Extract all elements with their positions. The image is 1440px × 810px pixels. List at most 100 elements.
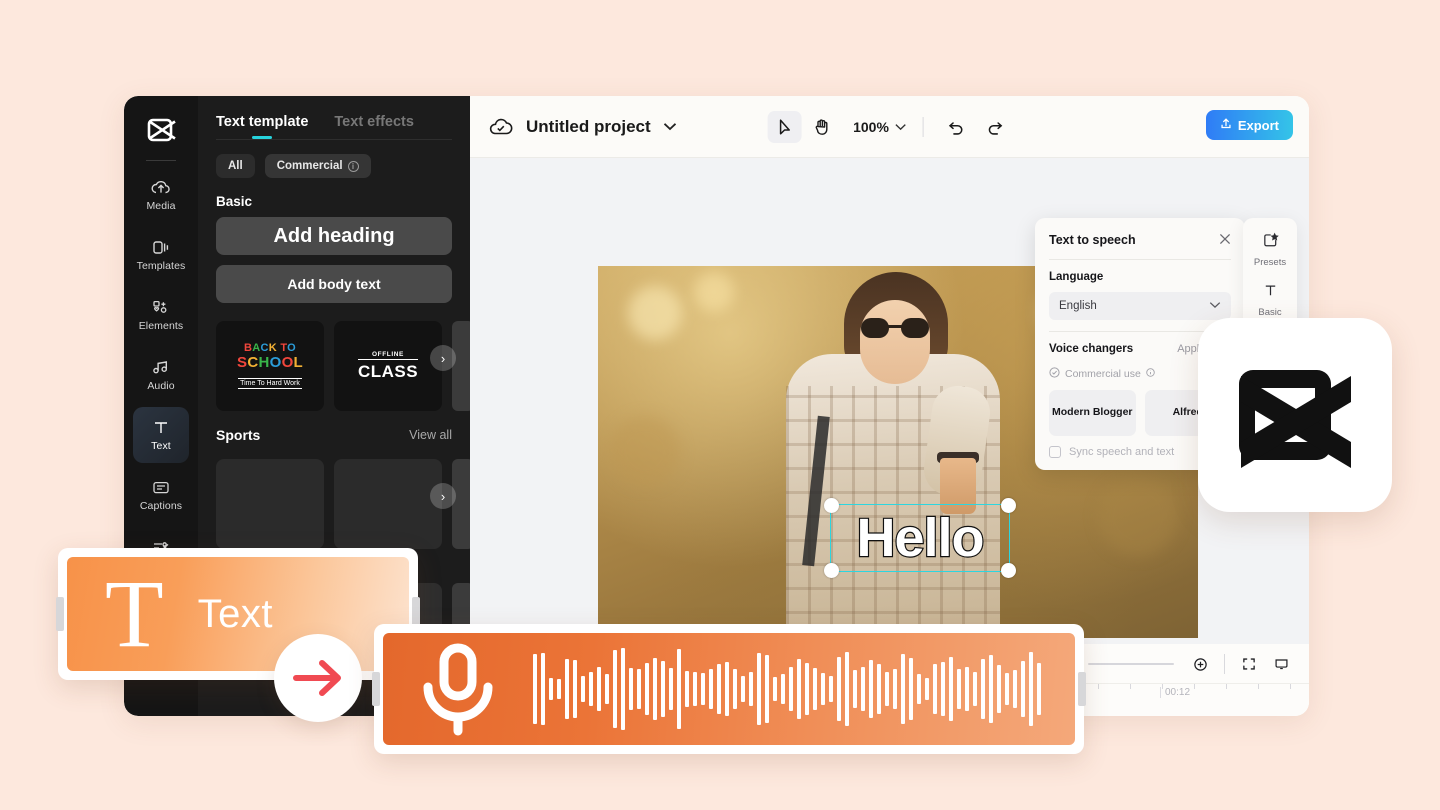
- text-selection-box[interactable]: Hello: [824, 498, 1016, 578]
- page-title: Untitled project: [526, 117, 651, 136]
- export-button[interactable]: Export: [1205, 110, 1293, 140]
- sidebar-item-media[interactable]: Media: [133, 167, 189, 223]
- template-card-offline-class[interactable]: OFFLINE CLASS: [334, 321, 442, 411]
- redo-button[interactable]: [978, 111, 1012, 143]
- add-body-text-button[interactable]: Add body text: [216, 265, 452, 303]
- waveform-bar: [909, 657, 913, 721]
- waveform-bar: [861, 666, 865, 712]
- cloud-check-icon[interactable]: [486, 112, 516, 142]
- audio-feature-card: [372, 624, 1086, 754]
- waveform-bar: [853, 669, 857, 709]
- waveform-bar: [1021, 661, 1025, 717]
- export-label: Export: [1237, 117, 1279, 133]
- canvas-text-hello[interactable]: Hello: [831, 505, 1009, 571]
- resize-handle-br[interactable]: [1001, 563, 1016, 578]
- hand-tool[interactable]: [805, 111, 839, 143]
- waveform-bar: [877, 664, 881, 714]
- template-card-peek[interactable]: [452, 321, 470, 411]
- fit-screen-icon[interactable]: [1235, 650, 1263, 678]
- waveform-bar: [685, 671, 689, 707]
- microphone-icon: [383, 641, 533, 737]
- sports-template-row: ›: [198, 451, 470, 549]
- close-icon[interactable]: [1219, 232, 1231, 248]
- section-header-sports: Sports View all: [198, 411, 470, 451]
- waveform-bar: [581, 675, 585, 703]
- undo-button[interactable]: [940, 111, 974, 143]
- select-tool[interactable]: [767, 111, 802, 143]
- sidebar-item-captions[interactable]: Captions: [133, 467, 189, 523]
- waveform-bar: [845, 652, 849, 726]
- canvas-tools: 100%: [767, 111, 1012, 143]
- sidebar-item-audio[interactable]: Audio: [133, 347, 189, 403]
- template-card-back-to-school[interactable]: BACK TO SCHOOL Time To Hard Work: [216, 321, 324, 411]
- tab-text-template[interactable]: Text template: [216, 114, 308, 139]
- waveform-bar: [741, 675, 745, 703]
- main-area: Untitled project 100% Export Hello Text …: [470, 96, 1309, 716]
- tab-text-effects[interactable]: Text effects: [334, 114, 414, 139]
- template-card[interactable]: [334, 459, 442, 549]
- resize-handle-tr[interactable]: [1001, 498, 1016, 513]
- ruler-label: 00:12: [1160, 687, 1190, 698]
- add-heading-button[interactable]: Add heading: [216, 217, 452, 255]
- audio-waveform: [533, 633, 1075, 745]
- chevron-down-icon[interactable]: [663, 118, 677, 136]
- waveform-bar: [549, 677, 553, 701]
- waveform-bar: [709, 668, 713, 710]
- right-tool-basic[interactable]: Basic: [1247, 276, 1293, 324]
- zoom-control[interactable]: 100%: [853, 119, 907, 135]
- waveform-bar: [557, 678, 561, 700]
- waveform-bar: [965, 666, 969, 712]
- language-select[interactable]: English: [1049, 292, 1231, 320]
- resize-handle-bl[interactable]: [824, 563, 839, 578]
- info-icon[interactable]: [1146, 368, 1155, 380]
- audio-feature-card-body: [383, 633, 1075, 745]
- template-card[interactable]: [216, 459, 324, 549]
- chevron-right-icon[interactable]: ›: [430, 483, 456, 509]
- waveform-bar: [917, 674, 921, 704]
- waveform-bar: [989, 655, 993, 723]
- drag-handle-left[interactable]: [56, 597, 64, 631]
- sidebar-item-text[interactable]: Text: [133, 407, 189, 463]
- sidebar-item-label: Audio: [147, 379, 175, 392]
- template-line3: Time To Hard Work: [238, 377, 302, 390]
- sidebar-item-elements[interactable]: Elements: [133, 287, 189, 343]
- zoom-slider[interactable]: [1088, 663, 1174, 665]
- right-tool-presets[interactable]: Presets: [1247, 226, 1293, 274]
- waveform-bar: [813, 667, 817, 711]
- sync-label: Sync speech and text: [1069, 446, 1175, 458]
- waveform-bar: [701, 673, 705, 705]
- waveform-bar: [693, 672, 697, 706]
- waveform-bar: [661, 661, 665, 717]
- waveform-bar: [1037, 663, 1041, 715]
- chip-all[interactable]: All: [216, 154, 255, 178]
- sync-checkbox[interactable]: [1049, 446, 1061, 458]
- chevron-right-icon[interactable]: ›: [430, 345, 456, 371]
- cloud-upload-icon: [151, 179, 171, 196]
- sidebar-item-label: Templates: [136, 259, 186, 272]
- waveform-bar: [933, 664, 937, 714]
- waveform-bar: [981, 658, 985, 720]
- sidebar-item-label: Media: [146, 199, 176, 212]
- waveform-bar: [645, 663, 649, 715]
- drag-handle-left[interactable]: [372, 672, 380, 706]
- drag-handle-right[interactable]: [1078, 672, 1086, 706]
- view-all-link[interactable]: View all: [409, 428, 452, 442]
- text-t-icon: [151, 419, 171, 436]
- sidebar-item-label: Text: [151, 439, 171, 452]
- waveform-bar: [541, 653, 545, 725]
- zoom-in-icon[interactable]: [1186, 650, 1214, 678]
- capcut-logo-card: [1198, 318, 1392, 512]
- waveform-bar: [901, 654, 905, 724]
- monitor-icon[interactable]: [1267, 650, 1295, 678]
- sidebar-item-templates[interactable]: Templates: [133, 227, 189, 283]
- waveform-bar: [893, 668, 897, 710]
- capcut-logo: [139, 110, 183, 150]
- voice-option[interactable]: Modern Blogger: [1049, 390, 1136, 436]
- zoom-level: 100%: [853, 119, 889, 135]
- chip-commercial[interactable]: Commercial i: [264, 154, 371, 178]
- template-card-peek[interactable]: [452, 459, 470, 549]
- info-icon[interactable]: i: [347, 160, 359, 172]
- waveform-bar: [797, 658, 801, 720]
- resize-handle-tl[interactable]: [824, 498, 839, 513]
- presets-icon: [1262, 232, 1279, 254]
